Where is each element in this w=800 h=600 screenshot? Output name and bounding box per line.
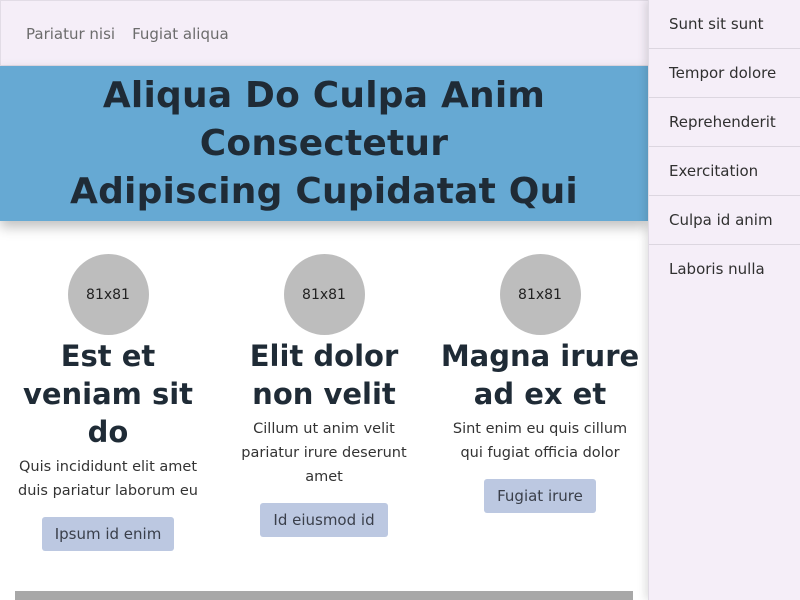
sidebar: Sunt sit sunt Tempor dolore Reprehenderi… [648,0,800,600]
image-placeholder: 81x81 [67,254,149,335]
card-button[interactable]: Id eiusmod id [260,503,388,537]
sidebar-item-culpa-id-anim[interactable]: Culpa id anim [649,196,800,245]
card-heading: Elit dolor non velit [249,339,399,411]
card-text: Cillum ut anim velit pariatur irure dese… [241,421,407,485]
hero-title-line-1: Aliqua Do Culpa Anim Consectetur [102,74,546,164]
sidebar-item-reprehenderit[interactable]: Reprehenderit [649,98,800,147]
card-button[interactable]: Fugiat irure [484,479,596,513]
card-text: Sint enim eu quis cillum qui fugiat offi… [452,421,628,461]
nav-link-pariatur-nisi[interactable]: Pariatur nisi [26,25,115,43]
page: Pariatur nisi Fugiat aliqua Aliqua Do Cu… [0,0,800,600]
feature-card: 81x81 Elit dolor non velit Cillum ut ani… [224,254,424,537]
footer-bar [15,591,633,600]
sidebar-item-laboris-nulla[interactable]: Laboris nulla [649,245,800,294]
hero-banner: Aliqua Do Culpa Anim Consectetur Adipisc… [0,66,648,221]
card-heading: Est et veniam sit do [22,339,194,449]
card-button[interactable]: Ipsum id enim [41,517,175,551]
feature-cards: 81x81 Est et veniam sit do Quis incididu… [0,254,648,574]
image-placeholder: 81x81 [283,254,365,335]
sidebar-item-sunt-sit-sunt[interactable]: Sunt sit sunt [649,0,800,49]
main-content: Pariatur nisi Fugiat aliqua Aliqua Do Cu… [0,0,648,600]
sidebar-item-exercitation[interactable]: Exercitation [649,147,800,196]
image-placeholder: 81x81 [499,254,581,335]
sidebar-item-tempor-dolore[interactable]: Tempor dolore [649,49,800,98]
hero-title: Aliqua Do Culpa Anim Consectetur Adipisc… [0,72,648,216]
feature-card: 81x81 Magna irure ad ex et Sint enim eu … [440,254,640,513]
sidebar-menu: Sunt sit sunt Tempor dolore Reprehenderi… [649,0,800,294]
feature-card: 81x81 Est et veniam sit do Quis incididu… [8,254,208,551]
card-heading: Magna irure ad ex et [440,339,640,411]
hero-title-line-2: Adipiscing Cupidatat Qui [70,170,578,212]
top-nav-links: Pariatur nisi Fugiat aliqua [26,1,246,67]
top-navbar: Pariatur nisi Fugiat aliqua [0,0,648,66]
nav-link-fugiat-aliqua[interactable]: Fugiat aliqua [132,25,229,43]
card-text: Quis incididunt elit amet duis pariatur … [18,459,198,499]
